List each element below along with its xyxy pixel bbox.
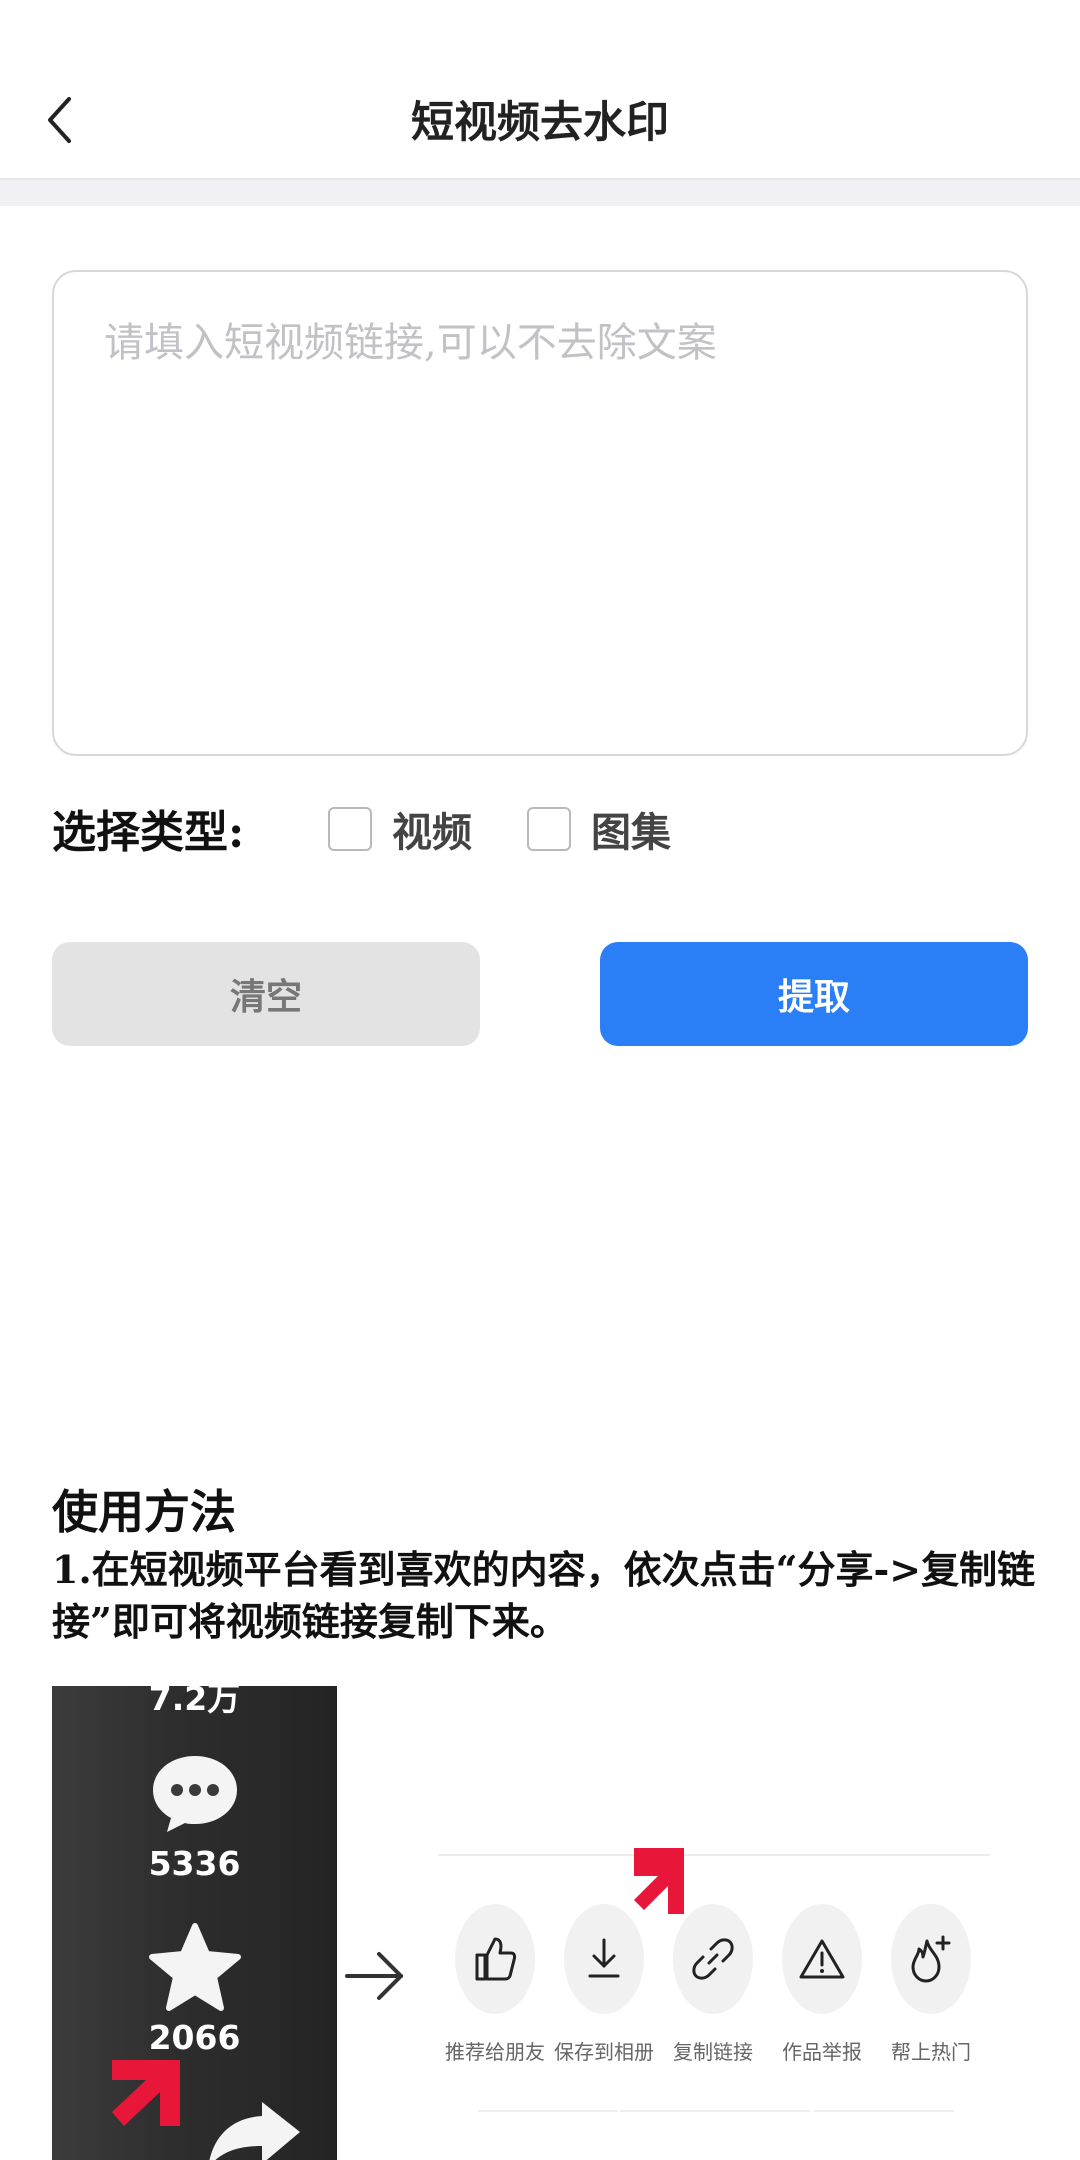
divider [814, 2110, 954, 2112]
favorite-count: 2066 [148, 2018, 241, 2057]
thumbs-up-icon [475, 1937, 517, 1981]
usage-step-1: 1.在短视频平台看到喜欢的内容，依次点击“分享->复制链接”即可将视频链接复制下… [52, 1547, 1036, 1644]
share-action-copy-link: 复制链接 [662, 1904, 764, 2065]
section-separator [0, 180, 1080, 206]
star-icon [148, 1923, 241, 2011]
warning-icon [799, 1939, 845, 1979]
comment-icon [152, 1756, 237, 1832]
divider [478, 2110, 618, 2112]
header-bar: 短视频去水印 [0, 0, 1080, 180]
comment-count: 5336 [148, 1844, 241, 1883]
share-icon [209, 2102, 300, 2160]
red-arrow-icon [112, 2060, 180, 2126]
top-count: 7.2万 [148, 1686, 241, 1718]
option-video[interactable]: 视频 [328, 800, 472, 858]
page-title: 短视频去水印 [411, 98, 669, 148]
share-action-recommend: 推荐给朋友 [444, 1904, 546, 2065]
divider [620, 2110, 810, 2112]
gallery-checkbox[interactable] [527, 807, 571, 851]
video-link-input[interactable] [52, 270, 1028, 756]
video-option-label: 视频 [392, 809, 472, 856]
link-icon [692, 1938, 734, 1980]
share-action-label: 帮上热门 [891, 2040, 971, 2064]
share-action-label: 保存到相册 [554, 2040, 654, 2064]
option-gallery[interactable]: 图集 [527, 800, 671, 858]
clear-button[interactable]: 清空 [52, 942, 480, 1046]
share-action-report: 作品举报 [771, 1904, 873, 2065]
arrow-right-icon [345, 1952, 403, 2000]
share-action-boost: 帮上热门 [880, 1904, 982, 2065]
video-sidebar-screenshot: 7.2万 5336 2066 [52, 1686, 337, 2160]
divider [438, 1854, 990, 1856]
video-checkbox[interactable] [328, 807, 372, 851]
extract-button[interactable]: 提取 [600, 942, 1028, 1046]
share-action-label: 复制链接 [673, 2040, 753, 2064]
share-menu-screenshot: 推荐给朋友 保存到相册 复制链接 作品举报 帮上热门 [430, 1686, 1010, 2160]
type-select-label: 选择类型: [52, 807, 245, 858]
usage-title: 使用方法 [52, 1485, 236, 1539]
share-action-save: 保存到相册 [553, 1904, 655, 2065]
share-action-label: 作品举报 [782, 2040, 862, 2064]
flame-plus-icon [911, 1935, 951, 1983]
share-action-label: 推荐给朋友 [445, 2040, 545, 2064]
gallery-option-label: 图集 [591, 809, 671, 856]
download-icon [588, 1938, 620, 1978]
